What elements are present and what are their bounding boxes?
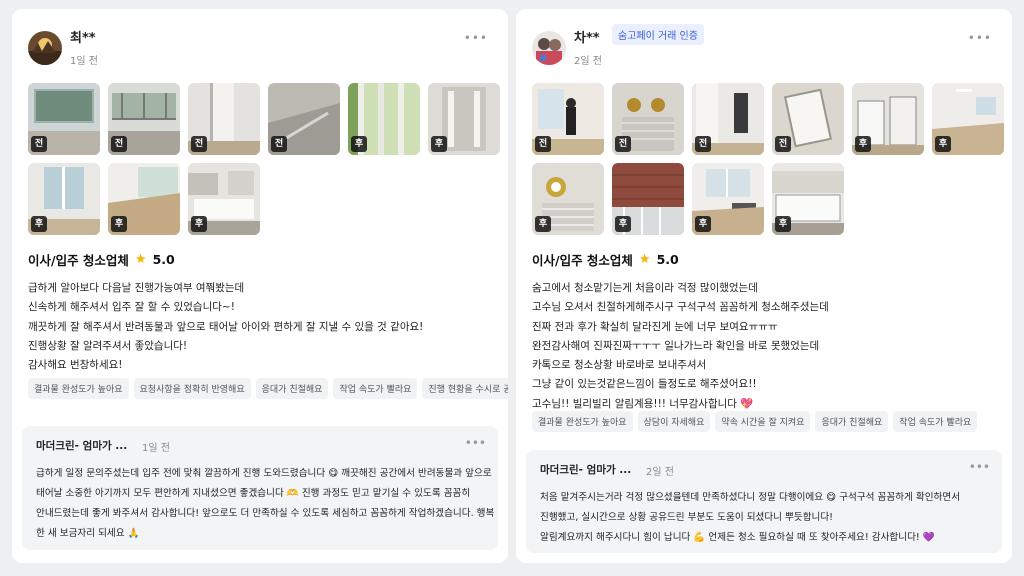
- reply-text: 급하게 일정 문의주셨는데 입주 전에 맞춰 깔끔하게 진행 도와드렸습니다 😋…: [36, 464, 495, 544]
- review-line: 완전감사해여 진짜진짜ㅜㅜㅜ 일나가느라 확인을 바로 못했었는데: [532, 339, 820, 352]
- photo-tag: 전: [615, 136, 631, 152]
- review-photo[interactable]: 전: [532, 83, 604, 155]
- service-name: 이사/입주 청소업체: [28, 253, 129, 268]
- keyword-chip: 상담이 자세해요: [637, 411, 711, 432]
- reply-author: 마더크린- 엄마가 ...: [36, 440, 128, 452]
- review-photo[interactable]: 후: [932, 83, 1004, 155]
- photo-tag: 후: [535, 216, 551, 232]
- service-rating: 이사/입주 청소업체 ★ 5.0: [532, 250, 679, 269]
- review-line: 카톡으로 청소상황 바로바로 보내주셔서: [532, 359, 707, 372]
- review-photo[interactable]: 전: [692, 83, 764, 155]
- review-text: 숨고에서 청소맡기는게 처음이라 걱정 많이했었는데 고수님 오셔서 친절하게해…: [532, 279, 1000, 414]
- photo-tag: 후: [775, 216, 791, 232]
- review-line: 고수님 오셔서 친절하게해주시구 구석구석 꼼꼼하게 청소해주셨는데: [532, 301, 829, 314]
- photo-tag: 전: [191, 136, 207, 152]
- photo-tag: 전: [535, 136, 551, 152]
- review-line: 신속하게 해주셔서 입주 잘 할 수 있었습니다~!: [28, 301, 235, 314]
- keyword-chips: 결과물 완성도가 높아요 요청사항을 정확히 반영해요 응대가 친절해요 작업 …: [28, 378, 508, 399]
- photo-tag: 후: [615, 216, 631, 232]
- avatar[interactable]: [532, 31, 566, 65]
- photo-tag: 전: [695, 136, 711, 152]
- service-rating: 이사/입주 청소업체 ★ 5.0: [28, 250, 175, 269]
- photo-tag: 전: [775, 136, 791, 152]
- review-photo[interactable]: 후: [852, 83, 924, 155]
- keyword-chip: 결과물 완성도가 높아요: [28, 378, 129, 399]
- review-date: 2일 전: [574, 56, 602, 67]
- verified-badge: 숨고페이 거래 인증: [612, 24, 704, 45]
- photo-tag: 후: [855, 136, 871, 152]
- owner-reply: 마더크린- 엄마가 ... 2일 전 ••• 처음 맡겨주시는거라 걱정 많으셨…: [526, 450, 1002, 553]
- more-icon[interactable]: •••: [968, 31, 992, 45]
- review-card: 최** 1일 전 ••• 전 전 전 전 후 후 후 후 후 이사/입주 청소업…: [12, 9, 508, 563]
- user-name: 최**: [70, 31, 96, 46]
- reply-line: 알림계요까지 해주시다니 힘이 납니다 💪 언제든 청소 필요하실 때 또 찾아…: [540, 532, 935, 543]
- star-icon: ★: [638, 252, 651, 267]
- review-photo[interactable]: 전: [268, 83, 340, 155]
- more-icon[interactable]: •••: [969, 460, 990, 474]
- photo-tag: 후: [431, 136, 447, 152]
- reply-line: 한 새 보금자리 되세요 🙏: [36, 528, 140, 539]
- review-line: 숨고에서 청소맡기는게 처음이라 걱정 많이했었는데: [532, 282, 758, 294]
- keyword-chips: 결과물 완성도가 높아요 상담이 자세해요 약속 시간을 잘 지켜요 응대가 친…: [532, 411, 978, 432]
- review-photo[interactable]: 후: [612, 163, 684, 235]
- review-photo[interactable]: 후: [692, 163, 764, 235]
- reply-author: 마더크린- 엄마가 ...: [540, 464, 632, 476]
- review-photo[interactable]: 후: [108, 163, 180, 235]
- review-photo[interactable]: 후: [348, 83, 420, 155]
- keyword-chip: 작업 속도가 빨라요: [333, 378, 418, 399]
- photo-tag: 후: [191, 216, 207, 232]
- review-photo[interactable]: 후: [428, 83, 500, 155]
- keyword-chip: 응대가 친절해요: [255, 378, 329, 399]
- keyword-chip: 결과물 완성도가 높아요: [532, 411, 633, 432]
- review-photo[interactable]: 전: [28, 83, 100, 155]
- photo-tag: 전: [271, 136, 287, 152]
- keyword-chip: 작업 속도가 빨라요: [893, 411, 978, 432]
- review-line: 진짜 전과 후가 확실히 달라진게 눈에 너무 보여요ㅠㅠㅠ: [532, 320, 778, 333]
- reply-date: 1일 전: [142, 443, 170, 454]
- photo-tag: 후: [111, 216, 127, 232]
- review-date: 1일 전: [70, 56, 98, 67]
- review-line: 그냥 같이 있는것같은느낌이 들정도로 해주셨어요!!: [532, 378, 757, 391]
- user-name: 차**: [574, 31, 600, 46]
- more-icon[interactable]: •••: [465, 436, 486, 450]
- reply-line: 급하게 일정 문의주셨는데 입주 전에 맞춰 깔끔하게 진행 도와드렸습니다 😋…: [36, 468, 492, 479]
- review-line: 깨끗하게 잘 해주셔서 반려동물과 앞으로 태어날 아이와 편하게 잘 지낼 수…: [28, 320, 424, 333]
- review-card: 차** 숨고페이 거래 인증 2일 전 ••• 전 전 전 전 후 후 후 후 …: [516, 9, 1012, 563]
- photo-tag: 전: [31, 136, 47, 152]
- review-photo[interactable]: 전: [108, 83, 180, 155]
- keyword-chip: 진행 현황을 수시로 공유해요: [422, 378, 508, 399]
- reply-text: 처음 맡겨주시는거라 걱정 많으셨을텐데 만족하셨다니 정말 다행이에요 😋 구…: [540, 488, 990, 548]
- photo-tag: 후: [695, 216, 711, 232]
- star-icon: ★: [134, 252, 147, 267]
- rating-value: 5.0: [656, 252, 679, 267]
- keyword-chip: 약속 시간을 잘 지켜요: [715, 411, 811, 432]
- photo-tag: 후: [31, 216, 47, 232]
- keyword-chip: 요청사항을 정확히 반영해요: [133, 378, 251, 399]
- more-icon[interactable]: •••: [464, 31, 488, 45]
- reply-line: 처음 맡겨주시는거라 걱정 많으셨을텐데 만족하셨다니 정말 다행이에요 😋 구…: [540, 492, 961, 503]
- reply-line: 안내드렸는데 좋게 봐주셔서 감사합니다! 앞으로도 더 만족하실 수 있도록 …: [36, 508, 495, 519]
- review-photo[interactable]: 전: [612, 83, 684, 155]
- review-photo[interactable]: 후: [188, 163, 260, 235]
- review-line: 급하게 알아보다 다음날 진행가능여부 여쭤봤는데: [28, 282, 245, 294]
- review-line: 진행상황 잘 알려주셔서 좋았습니다!: [28, 339, 188, 352]
- review-photo[interactable]: 후: [532, 163, 604, 235]
- keyword-chip: 응대가 친절해요: [815, 411, 889, 432]
- review-photo[interactable]: 전: [772, 83, 844, 155]
- review-text: 급하게 알아보다 다음날 진행가능여부 여쭤봤는데 신속하게 해주셔서 입주 잘…: [28, 279, 496, 375]
- photo-tag: 전: [111, 136, 127, 152]
- review-line: 감사해요 번창하세요!: [28, 359, 123, 372]
- service-name: 이사/입주 청소업체: [532, 253, 633, 268]
- review-photo[interactable]: 전: [188, 83, 260, 155]
- rating-value: 5.0: [152, 252, 175, 267]
- photo-tag: 후: [935, 136, 951, 152]
- reply-line: 진행했고, 실시간으로 상황 공유드린 부분도 도움이 되셨다니 뿌듯합니다!: [540, 512, 834, 523]
- reply-line: 태어날 소중한 아기까지 모두 편안하게 지내셨으면 좋겠습니다 🫶 진행 과정…: [36, 488, 471, 499]
- review-photo[interactable]: 후: [28, 163, 100, 235]
- photo-tag: 후: [351, 136, 367, 152]
- review-photo[interactable]: 후: [772, 163, 844, 235]
- reply-date: 2일 전: [646, 467, 674, 478]
- avatar[interactable]: [28, 31, 62, 65]
- owner-reply: 마더크린- 엄마가 ... 1일 전 ••• 급하게 일정 문의주셨는데 입주 …: [22, 426, 498, 550]
